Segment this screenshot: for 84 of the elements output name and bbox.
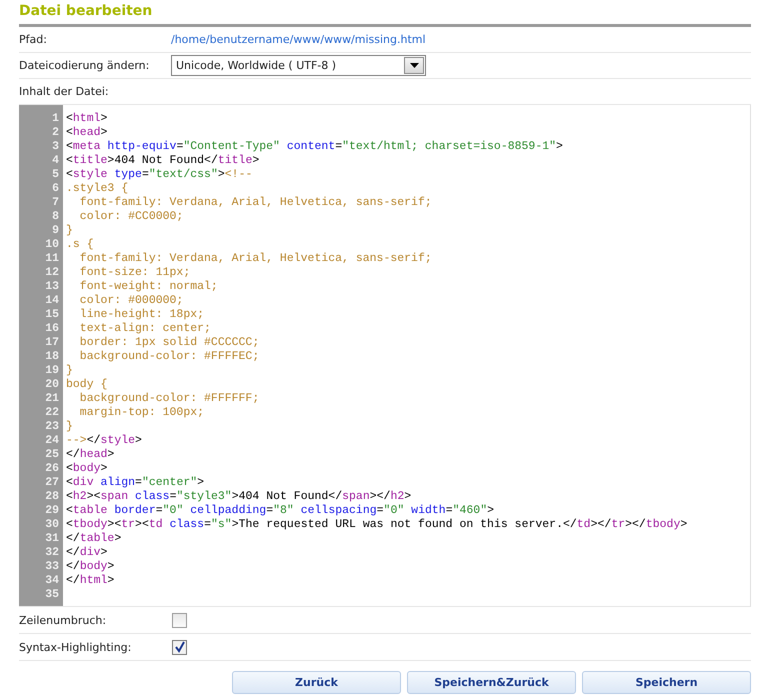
line-number: 33	[44, 560, 60, 574]
line-number: 32	[44, 546, 60, 560]
code-line: --></style>	[66, 434, 142, 447]
checkbox[interactable]	[172, 612, 187, 628]
code-line: </body>	[66, 560, 114, 573]
content-label: Inhalt der Datei:	[19, 85, 110, 98]
code-line: <div align="center">	[66, 476, 204, 489]
code-editor[interactable]	[19, 105, 751, 607]
page-title: Datei bearbeiten	[19, 3, 154, 20]
line-number: 30	[44, 518, 60, 532]
line-number: 4	[51, 154, 60, 168]
code-line: <body>	[66, 462, 108, 475]
code-line: font-size: 11px;	[78, 266, 190, 279]
line-number: 7	[51, 196, 60, 210]
line-number: 6	[51, 182, 60, 196]
checkbox[interactable]	[172, 640, 187, 654]
line-number: 31	[44, 532, 60, 546]
code-line: border: 1px solid #CCCCCC;	[78, 336, 260, 349]
path-label: Pfad:	[19, 33, 48, 46]
line-number: 12	[44, 266, 60, 280]
line-number: 2	[51, 126, 60, 140]
code-line: }	[66, 224, 73, 237]
line-number: 9	[51, 224, 60, 238]
line-number: 8	[51, 210, 60, 224]
encoding-dropdown[interactable]: Unicode, Worldwide ( UTF-8 )	[171, 55, 426, 76]
line-number: 27	[44, 476, 60, 490]
line-number: 21	[44, 392, 60, 406]
line-number: 29	[44, 504, 60, 518]
code-line: }	[66, 364, 73, 377]
code-line: line-height: 18px;	[78, 308, 204, 321]
code-line: body {	[66, 378, 108, 391]
code-line: </html>	[66, 574, 114, 587]
line-number: 11	[44, 252, 60, 266]
code-line: background-color: #FFFFEC;	[78, 350, 260, 363]
code-line: <style type="text/css"><!--	[66, 168, 252, 181]
code-line: margin-top: 100px;	[78, 406, 204, 419]
code-line: font-family: Verdana, Arial, Helvetica, sans-serif;	[78, 252, 432, 265]
code-line: <head>	[66, 126, 108, 139]
line-number: 26	[44, 462, 60, 476]
code-line: <title>404 Not Found</title>	[66, 154, 260, 167]
form-button[interactable]: Zurück	[232, 671, 401, 694]
line-number: 19	[44, 364, 60, 378]
code-line: .s {	[66, 238, 94, 251]
file-path: /home/benutzername/www/www/missing.html	[171, 33, 426, 46]
code-line: text-align: center;	[78, 322, 211, 335]
form-button[interactable]: Speichern	[582, 671, 751, 694]
caret-icon	[410, 63, 418, 68]
line-number: 5	[51, 168, 60, 182]
code-line: font-family: Verdana, Arial, Helvetica, sans-serif;	[78, 196, 432, 209]
code-line: <html>	[66, 112, 108, 125]
code-line: </head>	[66, 448, 114, 461]
code-line: </table>	[66, 532, 122, 545]
code-line: <table border="0" cellpadding="8" cellspacing="0" width="460">	[66, 504, 494, 517]
line-number: 35	[44, 588, 60, 602]
code-line: font-weight: normal;	[78, 280, 218, 293]
line-number: 24	[44, 434, 60, 448]
line-number: 23	[44, 420, 60, 434]
line-number: 18	[44, 350, 60, 364]
code-line: color: #000000;	[78, 294, 184, 307]
code-line: .style3 {	[66, 182, 128, 195]
code-line: color: #CC0000;	[78, 210, 184, 223]
option-label: Zeilenumbruch:	[19, 614, 108, 626]
line-number: 22	[44, 406, 60, 420]
code-line: <meta http-equiv="Content-Type" content="text/html; charset=iso-8859-1">	[66, 140, 563, 153]
line-number: 15	[44, 308, 60, 322]
form-button[interactable]: Speichern&Zurück	[407, 671, 576, 694]
line-number: 28	[44, 490, 60, 504]
code-line: <tbody><tr><td class="s">The requested URL was not found on this server.</td></tr></tbody>	[66, 518, 688, 531]
line-number: 13	[44, 280, 60, 294]
line-number: 34	[44, 574, 60, 588]
line-number: 1	[51, 112, 60, 126]
line-number: 20	[44, 378, 60, 392]
line-number: 17	[44, 336, 60, 350]
option-label: Syntax-Highlighting:	[19, 640, 132, 654]
code-line: background-color: #FFFFFF;	[78, 392, 260, 405]
code-line: <h2><span class="style3">404 Not Found</span></h2>	[66, 490, 412, 503]
code-line: </div>	[66, 546, 108, 559]
line-number: 16	[44, 322, 60, 336]
line-number: 3	[51, 140, 60, 154]
code-line: }	[66, 420, 73, 433]
line-number: 10	[44, 238, 60, 252]
encoding-label: Dateicodierung ändern:	[19, 59, 150, 72]
line-number: 25	[44, 448, 60, 462]
line-number: 14	[44, 294, 60, 308]
